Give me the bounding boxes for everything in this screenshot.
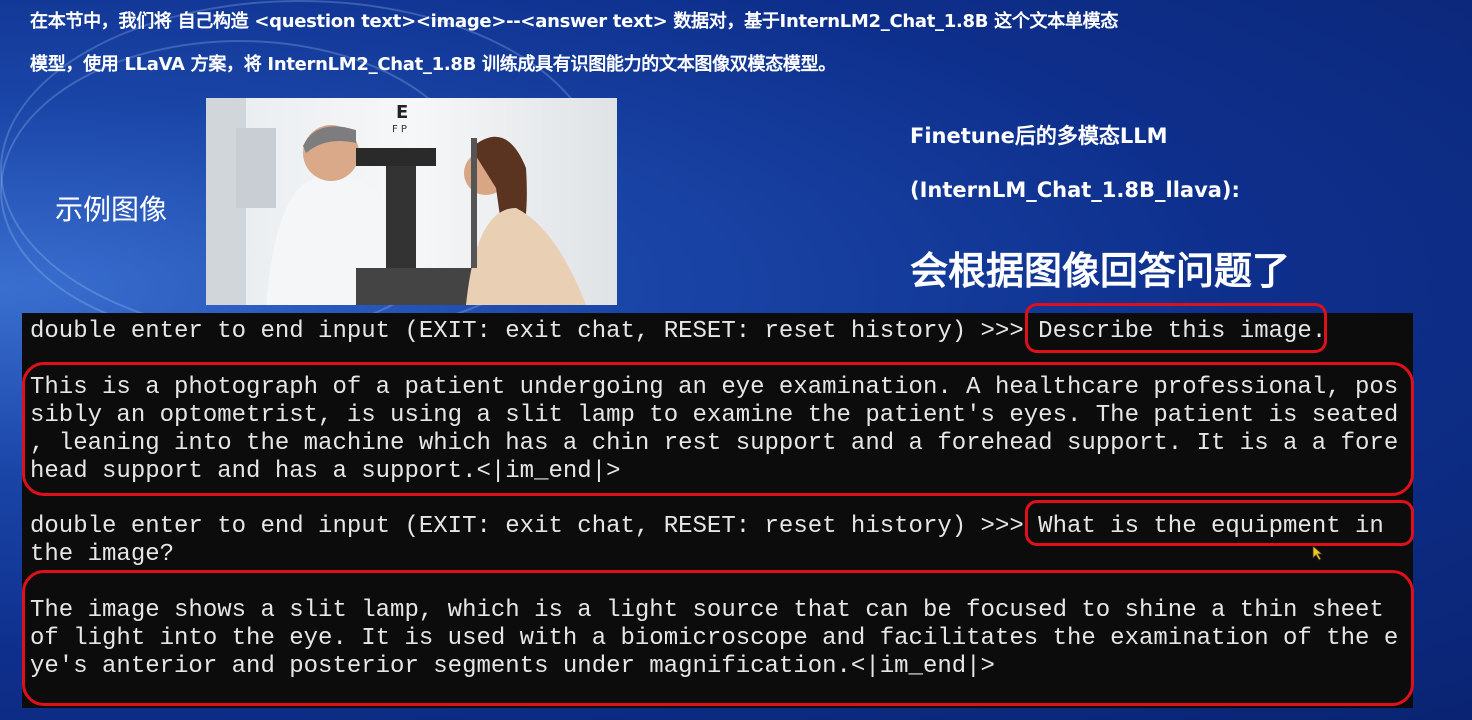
- mouse-cursor-icon: [1312, 545, 1324, 561]
- user-query-2-continued: the image?: [30, 541, 175, 568]
- highlight-answer-1: [22, 362, 1414, 496]
- highlight-answer-2: [22, 570, 1414, 706]
- example-photo: E F P: [206, 98, 617, 305]
- prompt-text: double enter to end input (EXIT: exit ch…: [30, 513, 1039, 540]
- example-image-label: 示例图像: [55, 193, 168, 226]
- finetune-title: Finetune后的多模态LLM: [910, 124, 1168, 148]
- svg-text:F P: F P: [392, 124, 407, 135]
- intro-line-1: 在本节中，我们将 自己构造 <question text><image>--<a…: [30, 11, 1119, 32]
- highlight-query-1: [1025, 303, 1327, 353]
- svg-text:E: E: [396, 102, 408, 123]
- intro-line-2: 模型，使用 LLaVA 方案，将 InternLM2_Chat_1.8B 训练成…: [30, 54, 836, 75]
- eye-exam-photo: E F P: [206, 98, 586, 305]
- prompt-text: double enter to end input (EXIT: exit ch…: [30, 318, 1039, 345]
- model-name: (InternLM_Chat_1.8B_llava):: [910, 178, 1240, 202]
- headline: 会根据图像回答问题了: [910, 249, 1291, 293]
- highlight-query-2: [1025, 500, 1414, 546]
